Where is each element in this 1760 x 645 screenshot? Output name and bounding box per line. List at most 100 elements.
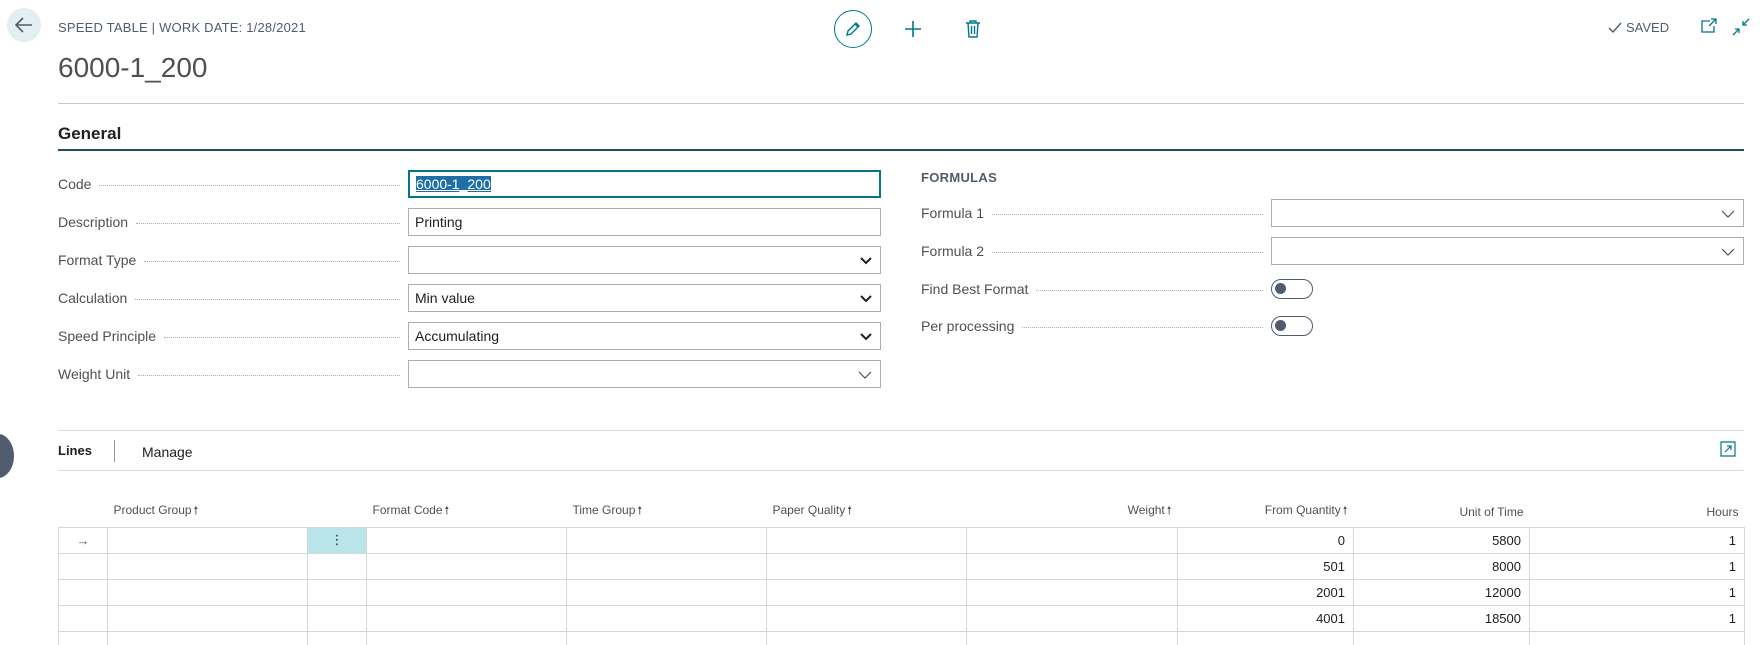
speed-principle-select[interactable]: Accumulating (408, 322, 881, 350)
side-panel-handle[interactable] (0, 434, 14, 478)
section-divider (58, 149, 1744, 151)
col-header-product-group[interactable]: Product Group 🠕 (108, 497, 308, 527)
col-header-time-group[interactable]: Time Group 🠕 (567, 497, 767, 527)
row-menu-button[interactable]: ⋮ (307, 526, 367, 554)
chevron-down-icon (858, 371, 872, 379)
description-input[interactable]: Printing (408, 208, 881, 236)
field-code: Code 6000-1_200 (58, 170, 881, 198)
expand-lines-button[interactable] (1720, 441, 1736, 462)
cell-unit-of-time[interactable]: 18500 (1353, 604, 1530, 632)
back-button[interactable] (7, 8, 41, 42)
field-weight-unit: Weight Unit (58, 360, 881, 388)
edit-button[interactable] (834, 10, 872, 48)
row-menu-cell[interactable] (307, 552, 367, 580)
cell-format-code[interactable] (366, 552, 567, 580)
cell-unit-of-time[interactable]: 8000 (1353, 552, 1530, 580)
table-row-empty[interactable] (58, 630, 1745, 645)
cell-from-quantity[interactable]: 0 (1177, 526, 1354, 554)
cell-product-group[interactable] (107, 552, 308, 580)
check-icon (1608, 22, 1622, 33)
open-new-window-button[interactable] (1700, 18, 1718, 41)
formulas-header: FORMULAS (921, 170, 998, 185)
cell-paper-quality[interactable] (766, 604, 967, 632)
weight-unit-lookup[interactable] (408, 360, 881, 388)
field-label: Find Best Format (921, 281, 1029, 297)
cell-from-quantity[interactable]: 4001 (1177, 604, 1354, 632)
col-header-unit-of-time[interactable]: Unit of Time (1354, 497, 1530, 527)
grid-header-row: Product Group 🠕 Format Code 🠕 Time Group 🠕 … (59, 497, 1745, 527)
cell-hours[interactable]: 1 (1529, 526, 1745, 554)
cell-paper-quality[interactable] (766, 578, 967, 606)
table-row[interactable]: 2001 12000 1 (58, 578, 1745, 606)
col-header-menu (308, 497, 367, 527)
cell-time-group[interactable] (566, 526, 767, 554)
new-button[interactable] (894, 10, 932, 48)
cell-hours[interactable]: 1 (1529, 604, 1745, 632)
field-find-best-format: Find Best Format (921, 275, 1744, 303)
saved-indicator: SAVED (1608, 20, 1669, 35)
arrow-right-icon: → (76, 532, 90, 548)
formula-1-lookup[interactable] (1271, 199, 1744, 227)
page-caption: SPEED TABLE | WORK DATE: 1/28/2021 (58, 20, 306, 35)
cell-from-quantity[interactable]: 2001 (1177, 578, 1354, 606)
cell-time-group[interactable] (566, 552, 767, 580)
field-label: Formula 1 (921, 205, 985, 221)
cell-product-group[interactable] (107, 578, 308, 606)
cell-weight[interactable] (966, 526, 1178, 554)
expand-icon (1720, 441, 1736, 457)
more-vertical-icon: ⋮ (330, 532, 344, 547)
find-best-format-toggle[interactable] (1271, 279, 1313, 299)
calculation-value: Min value (415, 290, 475, 306)
cell-time-group[interactable] (566, 578, 767, 606)
saved-label: SAVED (1626, 20, 1670, 35)
cell-from-quantity[interactable]: 501 (1177, 552, 1354, 580)
cell-hours[interactable]: 1 (1529, 552, 1745, 580)
cell-format-code[interactable] (366, 578, 567, 606)
col-header-paper-quality[interactable]: Paper Quality 🠕 (767, 497, 967, 527)
speed-principle-value: Accumulating (415, 328, 500, 344)
delete-button[interactable] (954, 10, 992, 48)
field-per-processing: Per processing (921, 312, 1744, 340)
cell-unit-of-time[interactable]: 12000 (1353, 578, 1530, 606)
row-menu-cell[interactable] (307, 578, 367, 606)
code-input[interactable]: 6000-1_200 (408, 170, 881, 198)
cell-paper-quality[interactable] (766, 552, 967, 580)
tab-lines[interactable]: Lines (58, 443, 92, 458)
code-value: 6000-1_200 (416, 176, 491, 192)
col-header-hours[interactable]: Hours (1530, 497, 1745, 527)
col-header-format-code[interactable]: Format Code 🠕 (367, 497, 567, 527)
cell-time-group[interactable] (566, 604, 767, 632)
col-header-weight[interactable]: Weight 🠕 (967, 497, 1178, 527)
field-label: Format Type (58, 252, 137, 268)
field-speed-principle: Speed Principle Accumulating (58, 322, 881, 350)
formula-2-lookup[interactable] (1271, 237, 1744, 265)
field-label: Speed Principle (58, 328, 157, 344)
row-indicator (58, 578, 108, 606)
collapse-button[interactable] (1732, 18, 1750, 41)
col-header-from-quantity[interactable]: From Quantity 🠕 (1178, 497, 1354, 527)
cell-product-group[interactable] (107, 526, 308, 554)
field-label: Calculation (58, 290, 128, 306)
per-processing-toggle[interactable] (1271, 316, 1313, 336)
cell-weight[interactable] (966, 578, 1178, 606)
cell-hours[interactable]: 1 (1529, 578, 1745, 606)
cell-format-code[interactable] (366, 526, 567, 554)
cell-format-code[interactable] (366, 604, 567, 632)
table-row[interactable]: 501 8000 1 (58, 552, 1745, 580)
cell-product-group[interactable] (107, 604, 308, 632)
section-title-general[interactable]: General (58, 124, 121, 144)
field-label: Description (58, 214, 129, 230)
table-row[interactable]: 4001 18500 1 (58, 604, 1745, 632)
row-menu-cell[interactable] (307, 604, 367, 632)
cell-weight[interactable] (966, 604, 1178, 632)
table-row[interactable]: → ⋮ 0 5800 1 (58, 526, 1745, 554)
cell-unit-of-time[interactable]: 5800 (1353, 526, 1530, 554)
cell-weight[interactable] (966, 552, 1178, 580)
cell-paper-quality[interactable] (766, 526, 967, 554)
row-indicator: → (58, 526, 108, 554)
format-type-select[interactable] (408, 246, 881, 274)
header-divider (58, 103, 1744, 104)
chevron-down-icon (1721, 248, 1735, 256)
tab-manage[interactable]: Manage (142, 444, 193, 460)
calculation-select[interactable]: Min value (408, 284, 881, 312)
